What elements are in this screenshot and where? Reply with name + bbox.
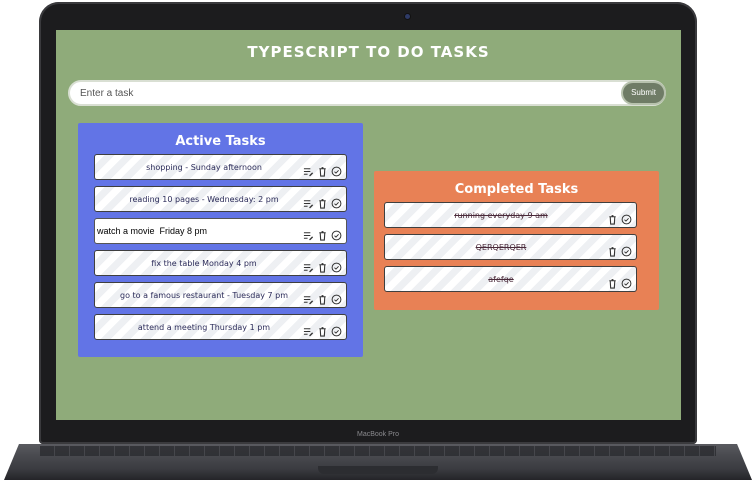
task-text: reading 10 pages - Wednesday: 2 pm: [129, 194, 279, 204]
task-text: fix the table Monday 4 pm: [151, 258, 257, 268]
camera: [405, 14, 410, 19]
task-form: Submit: [68, 80, 666, 106]
task-input[interactable]: [80, 84, 600, 102]
task-text: afefqe: [488, 274, 514, 284]
check-circle-icon[interactable]: [621, 274, 632, 288]
task-actions: [607, 210, 636, 225]
task-item: attend a meeting Thursday 1 pm: [94, 314, 347, 340]
check-circle-icon[interactable]: [331, 322, 342, 336]
check-circle-icon[interactable]: [331, 162, 342, 176]
completed-tasks-title: Completed Tasks: [454, 182, 579, 197]
submit-button[interactable]: Submit: [623, 83, 664, 103]
check-circle-icon[interactable]: [621, 242, 632, 256]
task-item: afefqe: [384, 266, 637, 292]
active-tasks-title: Active Tasks: [175, 134, 266, 149]
task-actions: [607, 274, 636, 289]
task-actions: [303, 226, 346, 241]
check-circle-icon[interactable]: [331, 258, 342, 272]
edit-icon[interactable]: [303, 258, 314, 272]
bezel-label: MacBook Pro: [356, 431, 400, 438]
task-text: go to a famous restaurant - Tuesday 7 pm: [120, 290, 288, 300]
check-circle-icon[interactable]: [331, 226, 342, 240]
task-text: shopping - Sunday afternoon: [146, 162, 262, 172]
completed-task-list: running everyday 9 am QERQERQER afefqe: [374, 202, 659, 292]
app-screen: TYPESCRIPT TO DO TASKS Submit Active Tas…: [56, 30, 681, 420]
trash-icon[interactable]: [317, 226, 328, 241]
trash-icon[interactable]: [607, 274, 618, 289]
check-circle-icon[interactable]: [621, 210, 632, 224]
trash-icon[interactable]: [317, 322, 328, 337]
keyboard-edge: [40, 446, 716, 456]
trash-icon[interactable]: [317, 290, 328, 305]
task-item: shopping - Sunday afternoon: [94, 154, 347, 180]
task-item: running everyday 9 am: [384, 202, 637, 228]
task-item: reading 10 pages - Wednesday: 2 pm: [94, 186, 347, 212]
task-item: fix the table Monday 4 pm: [94, 250, 347, 276]
edit-icon[interactable]: [303, 194, 314, 208]
task-actions: [303, 258, 346, 273]
trash-icon[interactable]: [317, 194, 328, 209]
check-circle-icon[interactable]: [331, 290, 342, 304]
task-actions: [607, 242, 636, 257]
task-text: QERQERQER: [475, 242, 527, 252]
active-tasks-panel: Active Tasks shopping - Sunday afternoon…: [78, 123, 363, 357]
trash-icon[interactable]: [607, 210, 618, 225]
check-circle-icon[interactable]: [331, 194, 342, 208]
trash-icon[interactable]: [607, 242, 618, 257]
task-item: QERQERQER: [384, 234, 637, 260]
task-item: [94, 218, 347, 244]
task-actions: [303, 194, 346, 209]
trash-icon[interactable]: [317, 258, 328, 273]
active-task-list: shopping - Sunday afternoon reading 10 pa…: [78, 154, 363, 340]
task-actions: [303, 162, 346, 177]
task-actions: [303, 322, 346, 337]
edit-icon[interactable]: [303, 226, 314, 240]
edit-icon[interactable]: [303, 322, 314, 336]
task-text: running everyday 9 am: [454, 210, 548, 220]
page-title: TYPESCRIPT TO DO TASKS: [247, 43, 490, 61]
edit-icon[interactable]: [303, 162, 314, 176]
task-actions: [303, 290, 346, 305]
completed-tasks-panel: Completed Tasks running everyday 9 am QER…: [374, 171, 659, 310]
laptop-notch: [318, 466, 438, 474]
edit-task-input[interactable]: [95, 222, 303, 240]
edit-icon[interactable]: [303, 290, 314, 304]
trash-icon[interactable]: [317, 162, 328, 177]
task-item: go to a famous restaurant - Tuesday 7 pm: [94, 282, 347, 308]
task-text: attend a meeting Thursday 1 pm: [137, 322, 271, 332]
